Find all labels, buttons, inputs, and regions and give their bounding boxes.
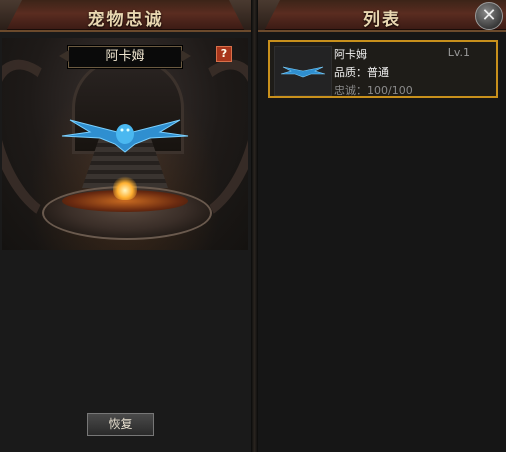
- pet-preview-scene: [2, 38, 248, 250]
- restore-button[interactable]: 恢复: [87, 413, 154, 436]
- pet-item-level: Lv.1: [447, 46, 470, 59]
- pet-item-loyalty: 忠诚：100/100: [334, 84, 413, 97]
- pet-item-quality: 品质：普通: [334, 66, 389, 79]
- pet-item-name: 阿卡姆: [334, 48, 367, 61]
- pet-list-item[interactable]: 阿卡姆 Lv.1 品质：普通 忠诚：100/100: [268, 40, 498, 98]
- left-title-bar: 宠物忠诚: [0, 0, 251, 32]
- panel-title-list: 列表: [363, 10, 401, 30]
- pet-name-plate: 阿卡姆: [68, 46, 182, 68]
- altar-flame: [113, 176, 137, 200]
- panel-divider: [251, 0, 258, 452]
- pet-thumbnail-icon: [280, 66, 326, 78]
- panel-title-loyalty: 宠物忠诚: [87, 10, 164, 30]
- help-icon[interactable]: ?: [216, 46, 232, 62]
- pet-thumbnail: [274, 46, 332, 96]
- pet-sprite-icon: [61, 119, 189, 153]
- right-title-bar: 列表 ✕: [258, 0, 506, 32]
- close-icon[interactable]: ✕: [475, 2, 503, 30]
